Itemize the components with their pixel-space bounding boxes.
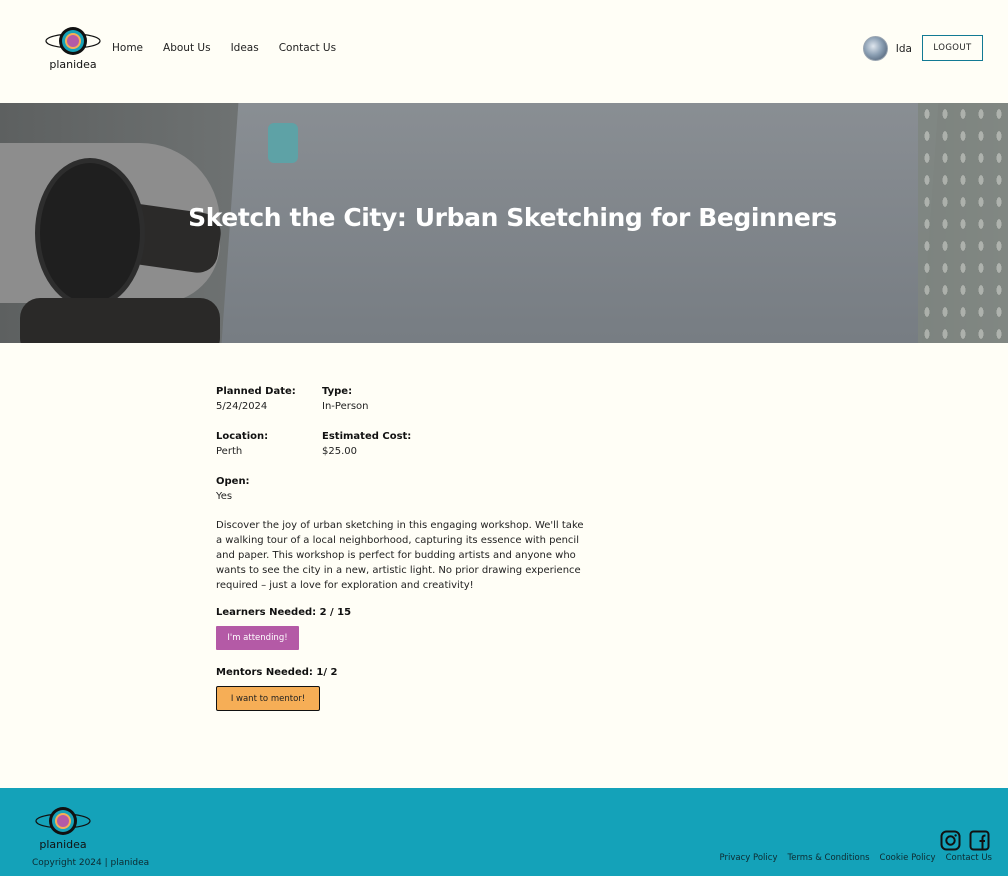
site-header: planidea Home About Us Ideas Contact Us … <box>0 0 1008 103</box>
location-label: Location: <box>216 431 269 442</box>
footer-link-terms[interactable]: Terms & Conditions <box>787 853 869 863</box>
footer-logo-text: planidea <box>39 838 87 851</box>
main-nav: Home About Us Ideas Contact Us <box>112 42 356 54</box>
facebook-icon[interactable] <box>969 830 990 851</box>
footer-link-contact-us[interactable]: Contact Us <box>946 853 992 863</box>
cost-field: Estimated Cost: $25.00 <box>322 431 411 457</box>
hero-pen-image <box>268 123 298 163</box>
type-field: Type: In-Person <box>322 386 369 412</box>
logo[interactable]: planidea <box>44 26 102 74</box>
learners-needed: Learners Needed: 2 / 15 <box>216 607 352 618</box>
user-name: Ida <box>895 42 912 55</box>
type-value: In-Person <box>322 401 369 412</box>
logo-icon <box>45 27 101 55</box>
page-title: Sketch the City: Urban Sketching for Beg… <box>188 203 837 232</box>
hero-banner: Sketch the City: Urban Sketching for Beg… <box>0 103 1008 343</box>
open-value: Yes <box>216 491 233 502</box>
mentor-button[interactable]: I want to mentor! <box>216 686 320 711</box>
planned-date-label: Planned Date: <box>216 386 296 397</box>
nav-home[interactable]: Home <box>112 42 143 54</box>
cost-value: $25.00 <box>322 446 357 457</box>
type-label: Type: <box>322 386 353 397</box>
planned-date-field: Planned Date: 5/24/2024 <box>216 386 296 412</box>
instagram-icon[interactable] <box>940 830 961 851</box>
mentors-needed: Mentors Needed: 1/ 2 <box>216 667 338 678</box>
logo-text: planidea <box>49 58 97 71</box>
user-menu[interactable]: Ida <box>862 36 912 61</box>
footer-links: Privacy Policy Terms & Conditions Cookie… <box>710 853 992 863</box>
hero-watch-image <box>35 158 145 308</box>
hero-watch-strap-lower <box>20 298 220 343</box>
planned-date-value: 5/24/2024 <box>216 401 268 412</box>
nav-ideas[interactable]: Ideas <box>231 42 259 54</box>
location-value: Perth <box>216 446 243 457</box>
attend-button[interactable]: I'm attending! <box>216 626 299 650</box>
copyright: Copyright 2024 | planidea <box>32 858 150 868</box>
footer-logo[interactable]: planidea <box>34 806 92 854</box>
cost-label: Estimated Cost: <box>322 431 412 442</box>
open-label: Open: <box>216 476 250 487</box>
open-field: Open: Yes <box>216 476 250 502</box>
footer-logo-icon <box>35 807 91 835</box>
footer-link-privacy-policy[interactable]: Privacy Policy <box>720 853 778 863</box>
footer-link-cookie-policy[interactable]: Cookie Policy <box>880 853 936 863</box>
site-footer: planidea Copyright 2024 | planidea Priva… <box>0 788 1008 876</box>
nav-about-us[interactable]: About Us <box>163 42 211 54</box>
avatar[interactable] <box>862 36 888 61</box>
nav-contact-us[interactable]: Contact Us <box>279 42 336 54</box>
social-links <box>940 830 990 851</box>
idea-description: Discover the joy of urban sketching in t… <box>216 520 584 591</box>
location-field: Location: Perth <box>216 431 268 457</box>
logout-button[interactable]: LOGOUT <box>922 35 983 61</box>
